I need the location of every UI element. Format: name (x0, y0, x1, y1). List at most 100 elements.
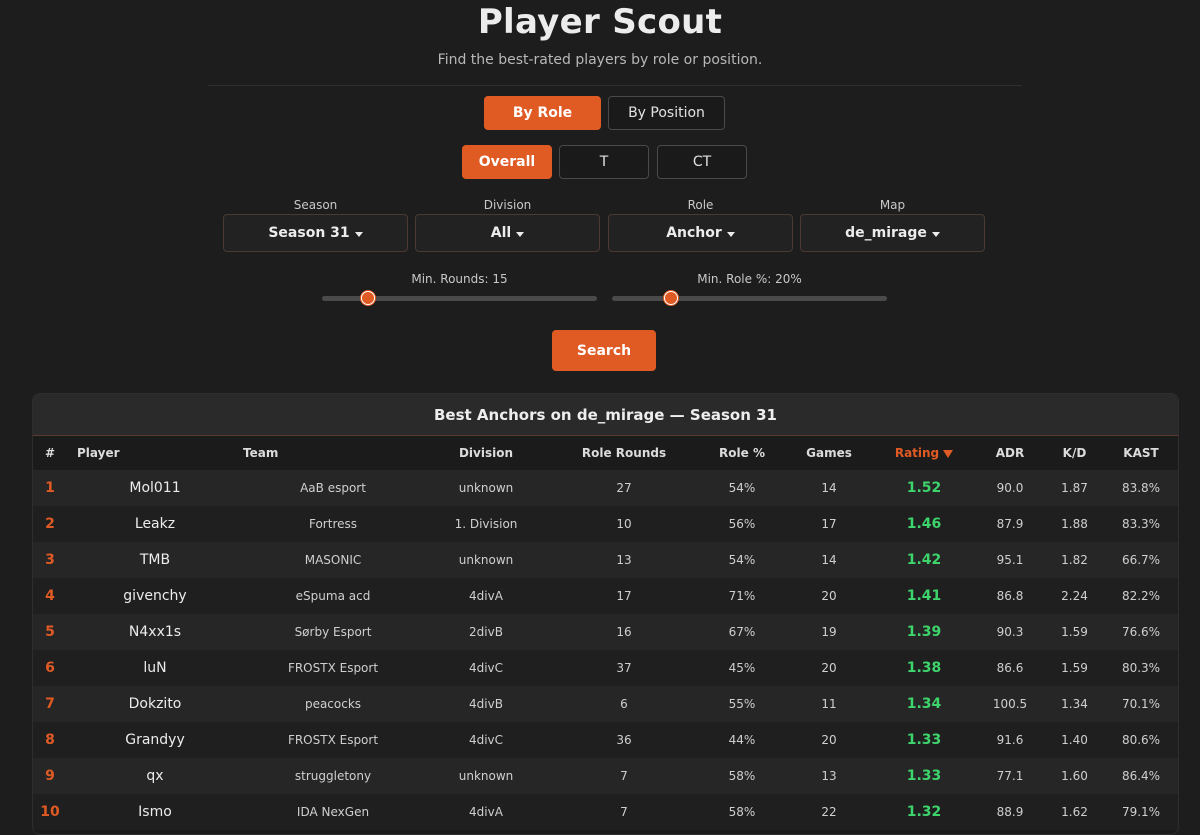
divider (208, 85, 1022, 86)
role-dropdown[interactable]: Anchor (608, 214, 793, 252)
min-role-pct-slider-handle[interactable] (664, 291, 678, 305)
col-kd[interactable]: K/D (1045, 436, 1104, 470)
kd-cell: 1.88 (1045, 506, 1104, 542)
division-cell: 4divC (423, 722, 549, 758)
table-row[interactable]: 9 qx struggletony unknown 7 58% 13 1.33 77.1 1.60… (33, 758, 1178, 794)
player-cell: givenchy (67, 578, 243, 614)
kd-cell: 1.62 (1045, 794, 1104, 830)
division-cell: 4divB (423, 686, 549, 722)
page-subtitle: Find the best-rated players by role or p… (437, 52, 763, 68)
caret-down-icon (354, 231, 363, 237)
games-cell: 20 (785, 650, 873, 686)
kd-cell: 1.87 (1045, 470, 1104, 506)
side-tab-overall[interactable]: Overall (462, 145, 552, 179)
role-pct-cell: 58% (699, 794, 785, 830)
adr-cell: 86.8 (975, 578, 1045, 614)
games-cell: 14 (785, 542, 873, 578)
season-dropdown[interactable]: Season 31 (223, 214, 408, 252)
role-rounds-cell: 36 (549, 722, 699, 758)
min-role-pct-slider[interactable] (612, 296, 887, 301)
table-row[interactable]: 2 Leakz Fortress 1. Division 10 56% 17 1.46 87.9… (33, 506, 1178, 542)
team-cell: FROSTX Esport (243, 650, 423, 686)
col-games[interactable]: Games (785, 436, 873, 470)
table-row[interactable]: 8 Grandyy FROSTX Esport 4divC 36 44% 20 1.33 91.… (33, 722, 1178, 758)
role-pct-cell: 56% (699, 506, 785, 542)
team-cell: struggletony (243, 758, 423, 794)
side-tab-ct[interactable]: CT (657, 145, 747, 179)
kd-cell: 1.59 (1045, 650, 1104, 686)
role-dropdown-value: Anchor (666, 225, 722, 241)
kd-cell: 1.34 (1045, 686, 1104, 722)
map-dropdown[interactable]: de_mirage (800, 214, 985, 252)
season-dropdown-value: Season 31 (268, 225, 350, 241)
games-cell: 14 (785, 470, 873, 506)
player-cell: Ismo (67, 794, 243, 830)
table-row[interactable]: 3 TMB MASONIC unknown 13 54% 14 1.42 95.1 1.82 66.… (33, 542, 1178, 578)
role-pct-cell: 71% (699, 578, 785, 614)
games-cell: 11 (785, 686, 873, 722)
player-cell: TMB (67, 542, 243, 578)
col-adr[interactable]: ADR (975, 436, 1045, 470)
division-cell: unknown (423, 542, 549, 578)
role-pct-cell: 67% (699, 614, 785, 650)
table-row[interactable]: 5 N4xx1s Sørby Esport 2divB 16 67% 19 1.39 90.3 1… (33, 614, 1178, 650)
tab-by-role[interactable]: By Role (484, 96, 601, 130)
rank-cell: 5 (33, 614, 67, 650)
table-row[interactable]: 10 Ismo IDA NexGen 4divA 7 58% 22 1.32 88.9 1.62 7… (33, 794, 1178, 830)
division-cell: 1. Division (423, 506, 549, 542)
col-kast[interactable]: KAST (1104, 436, 1178, 470)
min-rounds-label: Min. Rounds: 15 (411, 272, 508, 286)
team-cell: FROSTX Esport (243, 722, 423, 758)
division-dropdown[interactable]: All (415, 214, 600, 252)
min-rounds-slider-handle[interactable] (361, 291, 375, 305)
kast-cell: 83.8% (1104, 470, 1178, 506)
search-button[interactable]: Search (552, 330, 656, 371)
division-cell: unknown (423, 470, 549, 506)
col-player[interactable]: Player (67, 436, 243, 470)
adr-cell: 90.0 (975, 470, 1045, 506)
col-rating[interactable]: Rating (873, 436, 975, 470)
player-cell: Mol011 (67, 470, 243, 506)
results-table: # Player Team Division Role Rounds Role … (33, 436, 1178, 830)
division-cell: 2divB (423, 614, 549, 650)
rank-cell: 9 (33, 758, 67, 794)
adr-cell: 88.9 (975, 794, 1045, 830)
kd-cell: 2.24 (1045, 578, 1104, 614)
side-tab-t[interactable]: T (559, 145, 649, 179)
rating-cell: 1.41 (873, 578, 975, 614)
role-pct-cell: 44% (699, 722, 785, 758)
table-row[interactable]: 1 Mol011 AaB esport unknown 27 54% 14 1.52 90.0 1… (33, 470, 1178, 506)
kast-cell: 82.2% (1104, 578, 1178, 614)
kast-cell: 66.7% (1104, 542, 1178, 578)
caret-down-icon (726, 231, 735, 237)
table-row[interactable]: 4 givenchy eSpuma acd 4divA 17 71% 20 1.41 86.8 2… (33, 578, 1178, 614)
table-header-row: # Player Team Division Role Rounds Role … (33, 436, 1178, 470)
rank-cell: 4 (33, 578, 67, 614)
col-division[interactable]: Division (423, 436, 549, 470)
division-cell: unknown (423, 758, 549, 794)
map-filter-label: Map (879, 198, 906, 212)
player-cell: N4xx1s (67, 614, 243, 650)
kast-cell: 80.6% (1104, 722, 1178, 758)
table-row[interactable]: 6 luN FROSTX Esport 4divC 37 45% 20 1.38 86.6 1.5… (33, 650, 1178, 686)
team-cell: eSpuma acd (243, 578, 423, 614)
rating-cell: 1.38 (873, 650, 975, 686)
kd-cell: 1.59 (1045, 614, 1104, 650)
col-role-pct[interactable]: Role % (699, 436, 785, 470)
col-team[interactable]: Team (243, 436, 423, 470)
col-role-rounds[interactable]: Role Rounds (549, 436, 699, 470)
kd-cell: 1.60 (1045, 758, 1104, 794)
col-rank[interactable]: # (33, 436, 67, 470)
division-dropdown-value: All (490, 225, 512, 241)
season-filter-label: Season (293, 198, 338, 212)
rank-cell: 1 (33, 470, 67, 506)
kd-cell: 1.82 (1045, 542, 1104, 578)
rating-cell: 1.46 (873, 506, 975, 542)
page-title: Player Scout (477, 2, 723, 42)
tab-by-position[interactable]: By Position (608, 96, 725, 130)
rank-cell: 10 (33, 794, 67, 830)
table-row[interactable]: 7 Dokzito peacocks 4divB 6 55% 11 1.34 100.5 1.34… (33, 686, 1178, 722)
role-rounds-cell: 13 (549, 542, 699, 578)
adr-cell: 90.3 (975, 614, 1045, 650)
player-cell: Grandyy (67, 722, 243, 758)
